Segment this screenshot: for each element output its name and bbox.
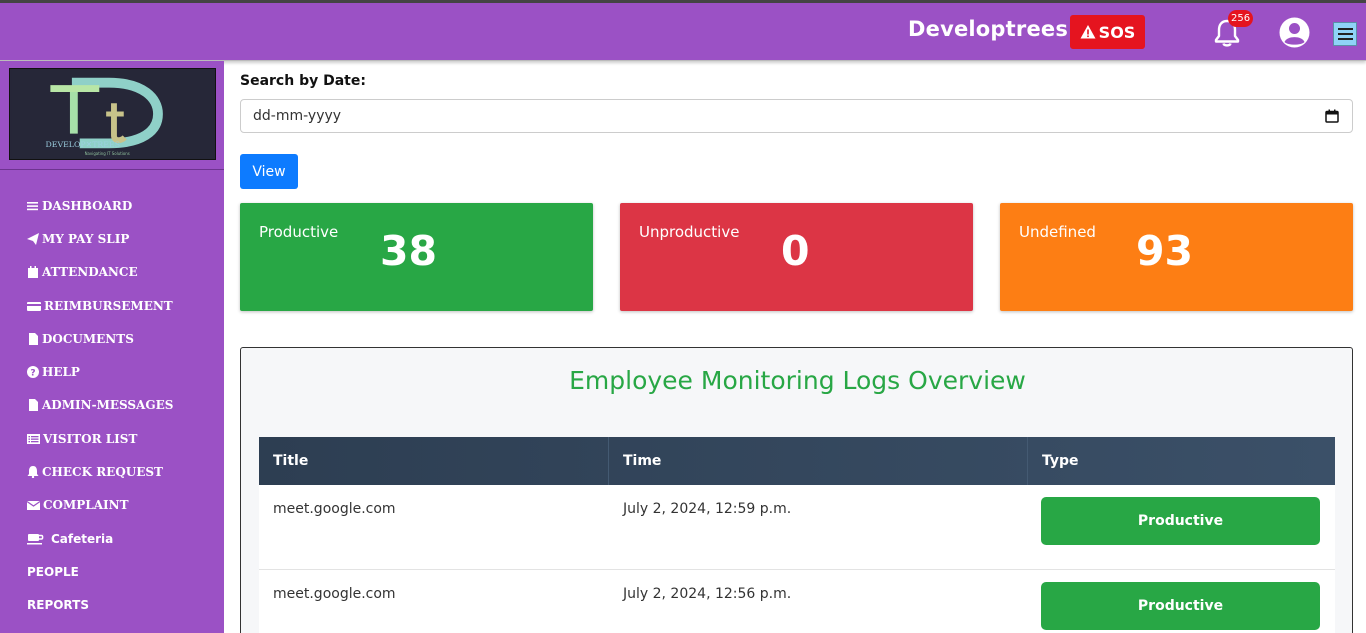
undefined-label: Undefined xyxy=(1019,223,1096,241)
sidebar-item-admin-messages[interactable]: ADMIN-MESSAGES xyxy=(27,389,173,422)
productive-label: Productive xyxy=(259,223,339,241)
question-circle-icon: ? xyxy=(27,366,39,379)
sidebar-item-label: MY PAY SLIP xyxy=(42,231,130,246)
date-input[interactable]: dd-mm-yyyy xyxy=(240,99,1353,133)
sidebar-item-label: HELP xyxy=(42,365,80,380)
sidebar-item-dashboard[interactable]: DASHBOARD xyxy=(27,189,173,222)
column-header-type: Type xyxy=(1042,453,1079,469)
sidebar-divider xyxy=(0,169,224,170)
table-header: Title Time Type xyxy=(259,437,1335,485)
logo-text: DEVELOP✕TREES xyxy=(45,140,120,149)
logo-tagline: Navigating IT Solutions xyxy=(85,151,130,156)
log-time: July 2, 2024, 12:56 p.m. xyxy=(623,586,792,602)
calendar-picker-icon[interactable] xyxy=(1325,109,1339,123)
envelope-icon xyxy=(27,501,40,511)
file-icon xyxy=(29,332,38,345)
sidebar-item-attendance[interactable]: ATTENDANCE xyxy=(27,256,173,289)
unproductive-count: 0 xyxy=(781,227,810,275)
bell-icon xyxy=(27,466,39,479)
table-row: meet.google.com July 2, 2024, 12:56 p.m.… xyxy=(259,570,1335,633)
sidebar-item-cafeteria[interactable]: Cafeteria xyxy=(27,522,173,555)
list-icon xyxy=(27,433,40,444)
sidebar-item-my-pay-slip[interactable]: MY PAY SLIP xyxy=(27,222,173,255)
sidebar-item-label: REPORTS xyxy=(27,598,89,613)
undefined-card: Undefined 93 xyxy=(1000,203,1353,311)
log-time: July 2, 2024, 12:59 p.m. xyxy=(623,501,792,517)
sidebar: DEVELOP✕TREES Navigating IT Solutions DA… xyxy=(0,61,224,633)
monitoring-logs-panel: Employee Monitoring Logs Overview Title … xyxy=(240,347,1353,633)
bars-icon xyxy=(27,201,38,210)
sidebar-item-label: PEOPLE xyxy=(27,564,79,579)
log-title: meet.google.com xyxy=(273,586,396,602)
svg-text:?: ? xyxy=(30,369,35,379)
sidebar-item-label: REIMBURSEMENT xyxy=(44,298,173,313)
undefined-count: 93 xyxy=(1136,227,1194,275)
unproductive-label: Unproductive xyxy=(639,223,740,241)
warning-icon xyxy=(1080,25,1096,39)
sidebar-item-label: COMPLAINT xyxy=(43,498,129,513)
sidebar-nav: DASHBOARD MY PAY SLIP ATTENDANCE REIMBUR… xyxy=(27,189,173,622)
file-icon xyxy=(29,399,38,412)
company-logo[interactable]: DEVELOP✕TREES Navigating IT Solutions xyxy=(9,68,216,160)
credit-card-icon xyxy=(27,301,41,311)
sidebar-item-label: DASHBOARD xyxy=(42,198,133,213)
productive-count: 38 xyxy=(380,227,438,275)
column-header-time: Time xyxy=(609,437,1028,485)
notification-count-badge: 256 xyxy=(1228,10,1254,27)
hamburger-menu-button[interactable] xyxy=(1333,22,1357,46)
table-row: meet.google.com July 2, 2024, 12:59 p.m.… xyxy=(259,485,1335,570)
sos-button[interactable]: SOS xyxy=(1070,15,1145,49)
column-header-title: Title xyxy=(259,437,609,485)
type-productive-button[interactable]: Productive xyxy=(1041,582,1320,630)
date-placeholder: dd-mm-yyyy xyxy=(253,108,342,124)
coffee-icon xyxy=(27,533,44,545)
type-productive-button[interactable]: Productive xyxy=(1041,497,1320,545)
sidebar-item-documents[interactable]: DOCUMENTS xyxy=(27,322,173,355)
sidebar-item-label: Cafeteria xyxy=(51,531,114,546)
sidebar-item-people[interactable]: PEOPLE xyxy=(27,555,173,588)
sidebar-item-label: CHECK REQUEST xyxy=(42,465,163,480)
sidebar-item-reimbursement[interactable]: REIMBURSEMENT xyxy=(27,289,173,322)
sidebar-item-label: VISITOR LIST xyxy=(43,431,138,446)
calendar-icon xyxy=(28,266,38,279)
log-title: meet.google.com xyxy=(273,501,396,517)
sidebar-item-label: DOCUMENTS xyxy=(42,331,134,346)
log-type-cell: Productive xyxy=(1028,485,1335,569)
sidebar-item-complaint[interactable]: COMPLAINT xyxy=(27,489,173,522)
log-type-cell: Productive xyxy=(1028,570,1335,633)
search-by-date-label: Search by Date: xyxy=(240,73,366,89)
top-navbar: Developtrees SOS 256 xyxy=(0,0,1366,61)
sidebar-item-label: ADMIN-MESSAGES xyxy=(42,398,174,413)
sidebar-item-help[interactable]: ? HELP xyxy=(27,355,173,388)
sidebar-item-check-request[interactable]: CHECK REQUEST xyxy=(27,455,173,488)
sos-label: SOS xyxy=(1098,22,1136,42)
brand-name[interactable]: Developtrees xyxy=(908,17,1068,41)
productive-card: Productive 38 xyxy=(240,203,593,311)
user-avatar-icon[interactable] xyxy=(1279,17,1310,48)
sidebar-item-reports[interactable]: REPORTS xyxy=(27,589,173,622)
logs-table: Title Time Type meet.google.com July 2, … xyxy=(259,437,1335,633)
view-button[interactable]: View xyxy=(240,154,298,189)
unproductive-card: Unproductive 0 xyxy=(620,203,973,311)
sidebar-item-label: ATTENDANCE xyxy=(42,265,138,280)
paper-plane-icon xyxy=(27,232,39,245)
sidebar-item-visitor-list[interactable]: VISITOR LIST xyxy=(27,422,173,455)
panel-title: Employee Monitoring Logs Overview xyxy=(569,366,1026,395)
